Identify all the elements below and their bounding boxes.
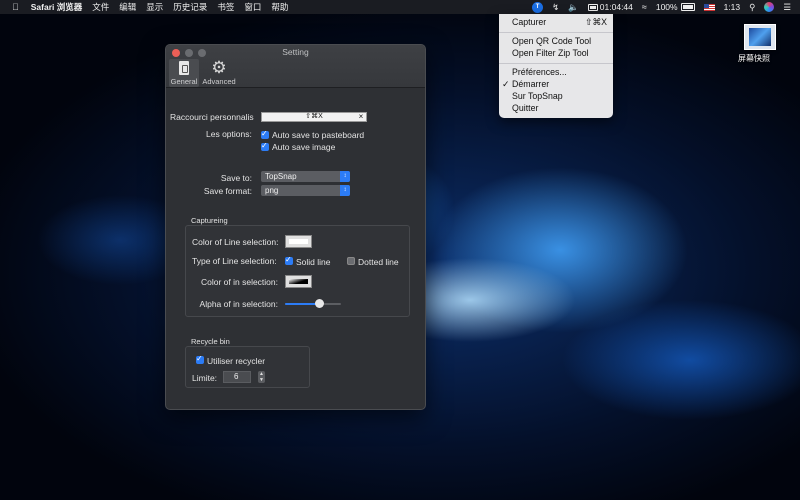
menu-bar:  Safari 浏览器 文件 编辑 显示 历史记录 书签 窗口 帮助 T ↯ … <box>0 0 800 14</box>
recycle-title: Recycle bin <box>191 337 230 346</box>
limit-stepper[interactable]: ▲ ▼ <box>258 371 265 383</box>
notification-center-icon[interactable]: ☰ <box>783 2 791 13</box>
battery-percent: 100% <box>655 2 678 12</box>
window-titlebar[interactable]: Setting General ⚙ Advanced <box>166 45 425 88</box>
line-color-label: Color of Line selection: <box>192 237 279 247</box>
dotted-line-checkbox[interactable] <box>347 257 355 265</box>
line-color-swatch <box>289 239 308 244</box>
menu-separator <box>499 32 613 33</box>
menu-separator <box>499 63 613 64</box>
menu-item-qr-tool[interactable]: Open QR Code Tool <box>499 35 613 47</box>
timer-text: 01:04:44 <box>599 2 633 12</box>
limit-field[interactable]: 6 <box>223 371 251 383</box>
desktop-file-label: 屏幕快照 <box>738 54 770 63</box>
save-image-checkbox[interactable] <box>261 141 269 151</box>
captureing-group: Color of Line selection: Type of Line se… <box>185 225 410 317</box>
format-value: png <box>265 186 279 195</box>
search-icon[interactable]: ⚲ <box>749 2 755 13</box>
save-to-label: Save to: <box>220 173 252 183</box>
capture-shortcut: ⇧⌘X <box>584 17 607 27</box>
menu-item-preferences[interactable]: Préférences... <box>499 66 613 78</box>
options-label: Les options: <box>206 129 252 139</box>
pasteboard-label: Auto save to pasteboard <box>272 130 365 140</box>
timer-status-item[interactable]: 01:04:44 <box>587 2 633 12</box>
capture-label: Capturer <box>512 17 547 27</box>
tab-general[interactable]: General <box>169 59 199 87</box>
solid-line-label: Solid line <box>296 257 331 267</box>
tab-advanced-label: Advanced <box>202 77 236 86</box>
clear-shortcut-icon[interactable]: × <box>355 112 367 122</box>
menu-window[interactable]: 窗口 <box>244 1 261 13</box>
menu-history[interactable]: 历史记录 <box>173 1 207 13</box>
menu-item-zip-tool[interactable]: Open Filter Zip Tool <box>499 47 613 59</box>
clock[interactable]: 1:13 <box>724 2 741 12</box>
line-type-label: Type of Line selection: <box>192 256 277 266</box>
use-recycler-label: Utiliser recycler <box>207 356 266 366</box>
shortcut-recorder[interactable]: ⇧⌘X <box>261 112 367 122</box>
battery-status-item[interactable]: 100% <box>656 2 695 12</box>
alpha-slider-knob[interactable] <box>314 299 324 308</box>
topsnap-menu: Capturer ⇧⌘X Open QR Code Tool Open Filt… <box>499 14 613 118</box>
desktop-screenshot-file[interactable]: 屏幕快照 <box>738 24 782 63</box>
us-flag-icon <box>703 3 715 11</box>
menu-help[interactable]: 帮助 <box>271 1 288 13</box>
apple-menu-icon[interactable]:  <box>12 2 19 12</box>
checkmark-icon: ✓ <box>502 79 510 89</box>
timer-icon <box>587 3 598 11</box>
menu-file[interactable]: 文件 <box>92 1 109 13</box>
tab-advanced[interactable]: ⚙ Advanced <box>201 59 237 87</box>
in-color-well[interactable] <box>285 275 312 288</box>
dotted-line-label: Dotted line <box>358 257 399 267</box>
save-image-label: Auto save image <box>272 142 336 152</box>
pasteboard-checkbox[interactable] <box>261 129 269 139</box>
save-to-select[interactable]: TopSnap ↕ <box>261 171 350 182</box>
captureing-title: Captureing <box>191 216 228 225</box>
menu-item-start[interactable]: ✓ Démarrer <box>499 78 613 90</box>
menu-item-capture[interactable]: Capturer ⇧⌘X <box>499 16 613 28</box>
alpha-slider-fill <box>285 303 319 305</box>
topsnap-status-item[interactable]: T <box>532 1 544 13</box>
menu-item-about[interactable]: Sur TopSnap <box>499 90 613 102</box>
save-to-value: TopSnap <box>265 172 297 181</box>
in-color-gradient-swatch <box>289 279 308 284</box>
volume-icon[interactable]: 🔈 <box>568 2 579 13</box>
line-color-well[interactable] <box>285 235 312 248</box>
alpha-slider[interactable] <box>285 299 341 308</box>
menu-bookmarks[interactable]: 书签 <box>217 1 234 13</box>
topsnap-icon: T <box>532 1 544 13</box>
use-recycler-checkbox[interactable] <box>196 354 204 364</box>
in-color-label: Color of in selection: <box>200 277 278 287</box>
battery-icon <box>680 3 695 11</box>
start-label: Démarrer <box>512 79 550 89</box>
image-thumbnail-icon <box>744 24 776 50</box>
bluetooth-icon[interactable]: ↯ <box>552 2 559 13</box>
input-source-item[interactable] <box>703 3 715 11</box>
chevron-updown-icon: ↕ <box>340 171 350 182</box>
alpha-label: Alpha of in selection: <box>199 299 278 309</box>
app-menu[interactable]: Safari 浏览器 <box>31 1 83 13</box>
shortcut-label: Raccourci personnalis <box>170 112 254 122</box>
window-title: Setting <box>282 47 309 57</box>
tab-general-label: General <box>170 77 198 86</box>
siri-icon <box>764 2 775 12</box>
menu-view[interactable]: 显示 <box>146 1 163 13</box>
format-label: Save format: <box>203 186 252 196</box>
general-switch-icon <box>179 61 189 75</box>
chevron-updown-icon: ↕ <box>340 185 350 196</box>
recycle-group: Utiliser recycler Limite: 6 ▲▼ <box>185 346 310 388</box>
siri-item[interactable] <box>764 2 775 12</box>
menu-edit[interactable]: 编辑 <box>119 1 136 13</box>
limit-label: Limite: <box>192 373 218 383</box>
setting-window: Setting General ⚙ Advanced Raccourci per… <box>165 44 426 410</box>
wifi-icon[interactable]: ≈ <box>642 2 647 12</box>
gear-icon: ⚙ <box>211 58 227 77</box>
menu-item-quit[interactable]: Quitter <box>499 102 613 114</box>
format-select[interactable]: png ↕ <box>261 185 350 196</box>
solid-line-checkbox[interactable] <box>285 255 293 265</box>
